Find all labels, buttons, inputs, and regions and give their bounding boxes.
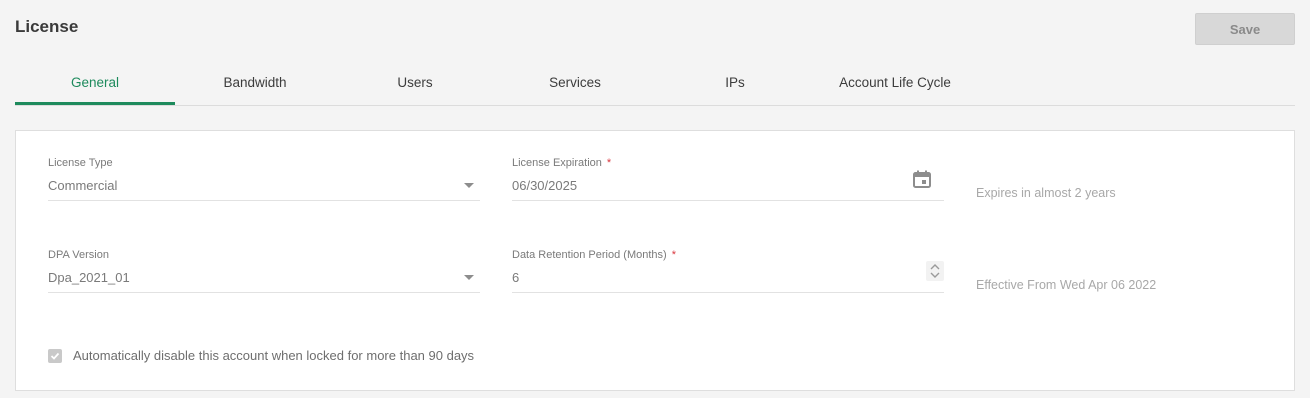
data-retention-input[interactable]: 6	[512, 261, 944, 293]
expiration-hint: Expires in almost 2 years	[976, 186, 1116, 200]
data-retention-label: Data Retention Period (Months) *	[512, 249, 676, 261]
data-retention-field: Data Retention Period (Months) * 6	[512, 249, 944, 293]
license-type-label: License Type	[48, 157, 113, 169]
auto-disable-checkbox[interactable]	[48, 348, 62, 363]
tab-ips[interactable]: IPs	[655, 60, 815, 104]
auto-disable-label: Automatically disable this account when …	[73, 348, 475, 363]
license-expiration-label: License Expiration *	[512, 157, 612, 169]
general-panel: License Type Commercial License Expirati…	[15, 130, 1295, 391]
dpa-version-field: DPA Version Dpa_2021_01	[48, 249, 480, 293]
license-type-value: Commercial	[48, 178, 118, 193]
license-expiration-value: 06/30/2025	[512, 178, 578, 193]
auto-disable-option[interactable]: Automatically disable this account when …	[48, 348, 474, 363]
license-type-select[interactable]: Commercial	[48, 178, 480, 201]
required-mark: *	[606, 157, 612, 169]
license-expiration-field: License Expiration * 06/30/2025	[512, 157, 944, 201]
tab-services[interactable]: Services	[495, 60, 655, 104]
dpa-version-label: DPA Version	[48, 249, 109, 261]
save-button[interactable]: Save	[1195, 13, 1295, 45]
tab-general[interactable]: General	[15, 60, 175, 105]
license-type-field: License Type Commercial	[48, 157, 480, 201]
required-mark: *	[671, 249, 676, 261]
dpa-version-value: Dpa_2021_01	[48, 270, 130, 285]
data-retention-value: 6	[512, 270, 520, 285]
chevron-down-icon	[464, 183, 474, 188]
retention-hint: Effective From Wed Apr 06 2022	[976, 278, 1157, 292]
calendar-icon[interactable]	[912, 169, 932, 189]
chevron-down-icon	[464, 275, 474, 280]
page-title: License	[15, 17, 79, 36]
tab-bandwidth[interactable]: Bandwidth	[175, 60, 335, 104]
number-spinner-icon[interactable]	[926, 261, 944, 281]
dpa-version-select[interactable]: Dpa_2021_01	[48, 270, 480, 293]
checkmark-icon	[50, 352, 60, 360]
tab-bar: General Bandwidth Users Services IPs Acc…	[15, 60, 1295, 106]
tab-account-life-cycle[interactable]: Account Life Cycle	[815, 60, 975, 104]
tab-users[interactable]: Users	[335, 60, 495, 104]
license-expiration-input[interactable]: 06/30/2025	[512, 170, 944, 201]
